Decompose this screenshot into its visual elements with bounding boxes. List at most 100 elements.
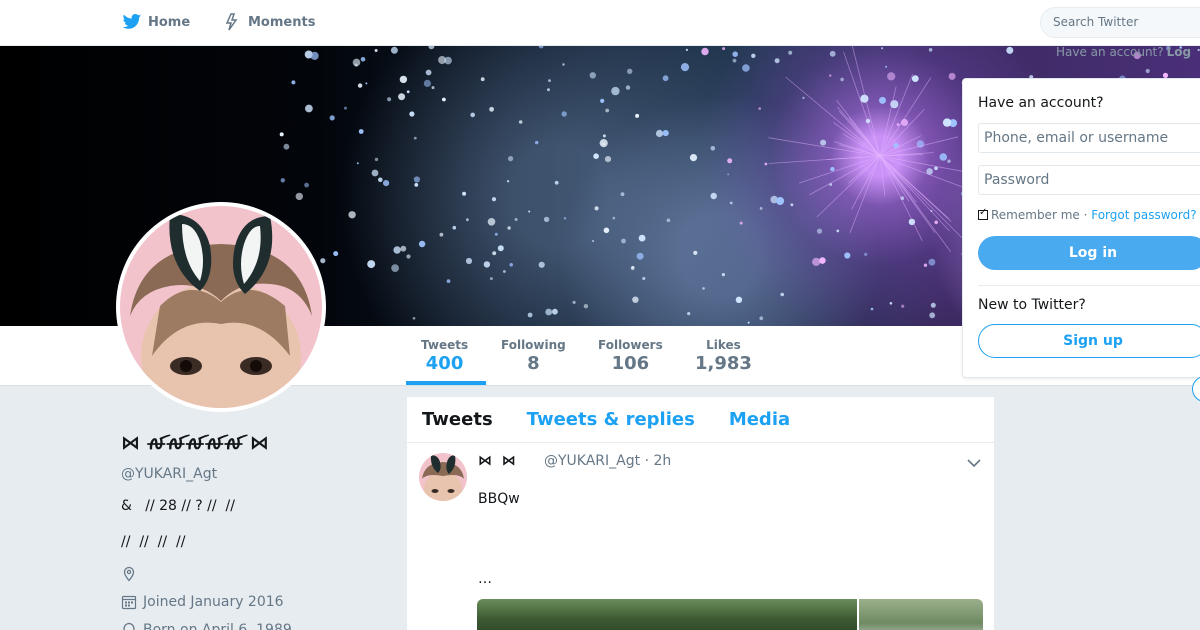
firework-spark (305, 104, 313, 113)
firework-spark (506, 180, 510, 183)
firework-spark (348, 211, 356, 219)
profile-joined-text: Joined January 2016 (143, 594, 284, 610)
remember-label[interactable]: Remember me (991, 208, 1080, 222)
firework-spark (600, 98, 605, 103)
firework-spark (732, 58, 737, 63)
firework-spark (870, 307, 874, 311)
login-button[interactable]: Log in (978, 236, 1200, 270)
firework-spark (1197, 48, 1200, 52)
timeline-tabs: Tweets Tweets & replies Media (407, 397, 994, 443)
tab-tweets-replies[interactable]: Tweets & replies (527, 409, 695, 430)
firework-spark (729, 201, 733, 205)
profile-birthday-text: Born on April 6, 1989 (143, 622, 292, 630)
stat-label: Following (501, 338, 566, 352)
firework-spark (727, 173, 730, 176)
login-link[interactable]: Log (1167, 45, 1191, 59)
firework-spark (620, 192, 625, 197)
tweet-meta[interactable]: @YUKARI_Agt · 2h (544, 453, 671, 469)
balloon-icon (121, 622, 137, 630)
firework-spark (333, 251, 339, 257)
firework-spark (642, 276, 646, 281)
tweet-media[interactable] (477, 599, 983, 630)
firework-spark (742, 64, 750, 72)
tweet-author-name[interactable]: ⋈ ⋈ (478, 453, 516, 469)
firework-streak (879, 155, 923, 241)
tweet[interactable]: ⋈ ⋈ @YUKARI_Agt · 2h BBQw … (407, 443, 994, 630)
lightning-icon (222, 12, 242, 32)
tweet-photo[interactable] (859, 599, 983, 630)
firework-spark (387, 97, 392, 102)
firework-spark (788, 50, 793, 55)
profile-handle[interactable]: @YUKARI_Agt (121, 466, 391, 482)
chevron-down-icon[interactable] (966, 455, 982, 469)
firework-spark (727, 158, 733, 164)
firework-spark (562, 63, 565, 66)
firework-spark (442, 97, 446, 102)
firework-spark (829, 50, 836, 57)
firework-spark (406, 90, 410, 94)
firework-streak (879, 155, 952, 222)
firework-spark (413, 136, 417, 140)
firework-spark (721, 273, 726, 277)
firework-spark (393, 246, 401, 254)
top-navigation-bar: Home Moments Search Twitter (0, 0, 1200, 46)
signup-button[interactable]: Sign up (978, 324, 1200, 358)
firework-spark (483, 261, 491, 268)
firework-spark (494, 232, 498, 236)
firework-spark (632, 296, 639, 303)
firework-spark (603, 227, 610, 234)
stat-value: 8 (527, 353, 540, 374)
firework-spark (939, 153, 948, 161)
firework-spark (547, 88, 550, 92)
firework-spark (304, 182, 309, 188)
firework-spark (535, 140, 539, 145)
firework-spark (508, 156, 514, 162)
firework-spark (879, 96, 886, 104)
firework-spark (774, 58, 780, 64)
tab-media[interactable]: Media (729, 409, 790, 430)
firework-spark (465, 257, 473, 265)
nav-moments[interactable]: Moments (222, 12, 315, 32)
firework-spark (860, 94, 869, 103)
firework-spark (563, 217, 567, 220)
firework-spark (572, 300, 576, 304)
forgot-password-link[interactable]: Forgot password? (1091, 208, 1196, 222)
firework-spark (776, 197, 785, 205)
firework-spark (383, 180, 390, 187)
have-account-header: Have an account? Log (1056, 45, 1191, 59)
username-field[interactable]: Phone, email or username (978, 123, 1200, 153)
firework-spark (543, 216, 550, 223)
profile-birthday: Born on April 6, 1989 (121, 620, 391, 630)
profile-avatar[interactable] (116, 202, 326, 412)
firework-streak (879, 108, 925, 157)
tweet-photo[interactable] (477, 599, 857, 630)
firework-spark (406, 254, 411, 259)
password-field[interactable]: Password (978, 165, 1200, 195)
stat-likes[interactable]: Likes 1,983 (695, 338, 752, 374)
tab-tweets[interactable]: Tweets (422, 409, 493, 430)
firework-spark (1145, 68, 1150, 74)
stat-label: Tweets (421, 338, 469, 352)
nav-home-label: Home (148, 14, 191, 30)
nav-home[interactable]: Home (122, 12, 190, 32)
firework-spark (418, 240, 426, 248)
stat-followers[interactable]: Followers 106 (598, 338, 663, 374)
remember-checkbox[interactable] (978, 207, 988, 220)
tweet-avatar[interactable] (419, 453, 467, 501)
firework-spark (864, 252, 868, 256)
stat-tweets[interactable]: Tweets 400 (421, 338, 468, 374)
stat-following[interactable]: Following 8 (501, 338, 566, 374)
calendar-icon (121, 594, 137, 610)
search-input[interactable]: Search Twitter (1040, 7, 1200, 38)
firework-spark (829, 74, 832, 77)
firework-spark (487, 218, 496, 226)
stat-value: 106 (611, 353, 650, 374)
firework-spark (589, 72, 596, 79)
firework-spark (470, 112, 476, 118)
firework-spark (816, 228, 823, 234)
firework-spark (518, 120, 523, 124)
firework-spark (593, 153, 599, 159)
stat-label: Likes (706, 338, 741, 352)
firework-spark (764, 162, 768, 166)
firework-spark (365, 82, 368, 85)
